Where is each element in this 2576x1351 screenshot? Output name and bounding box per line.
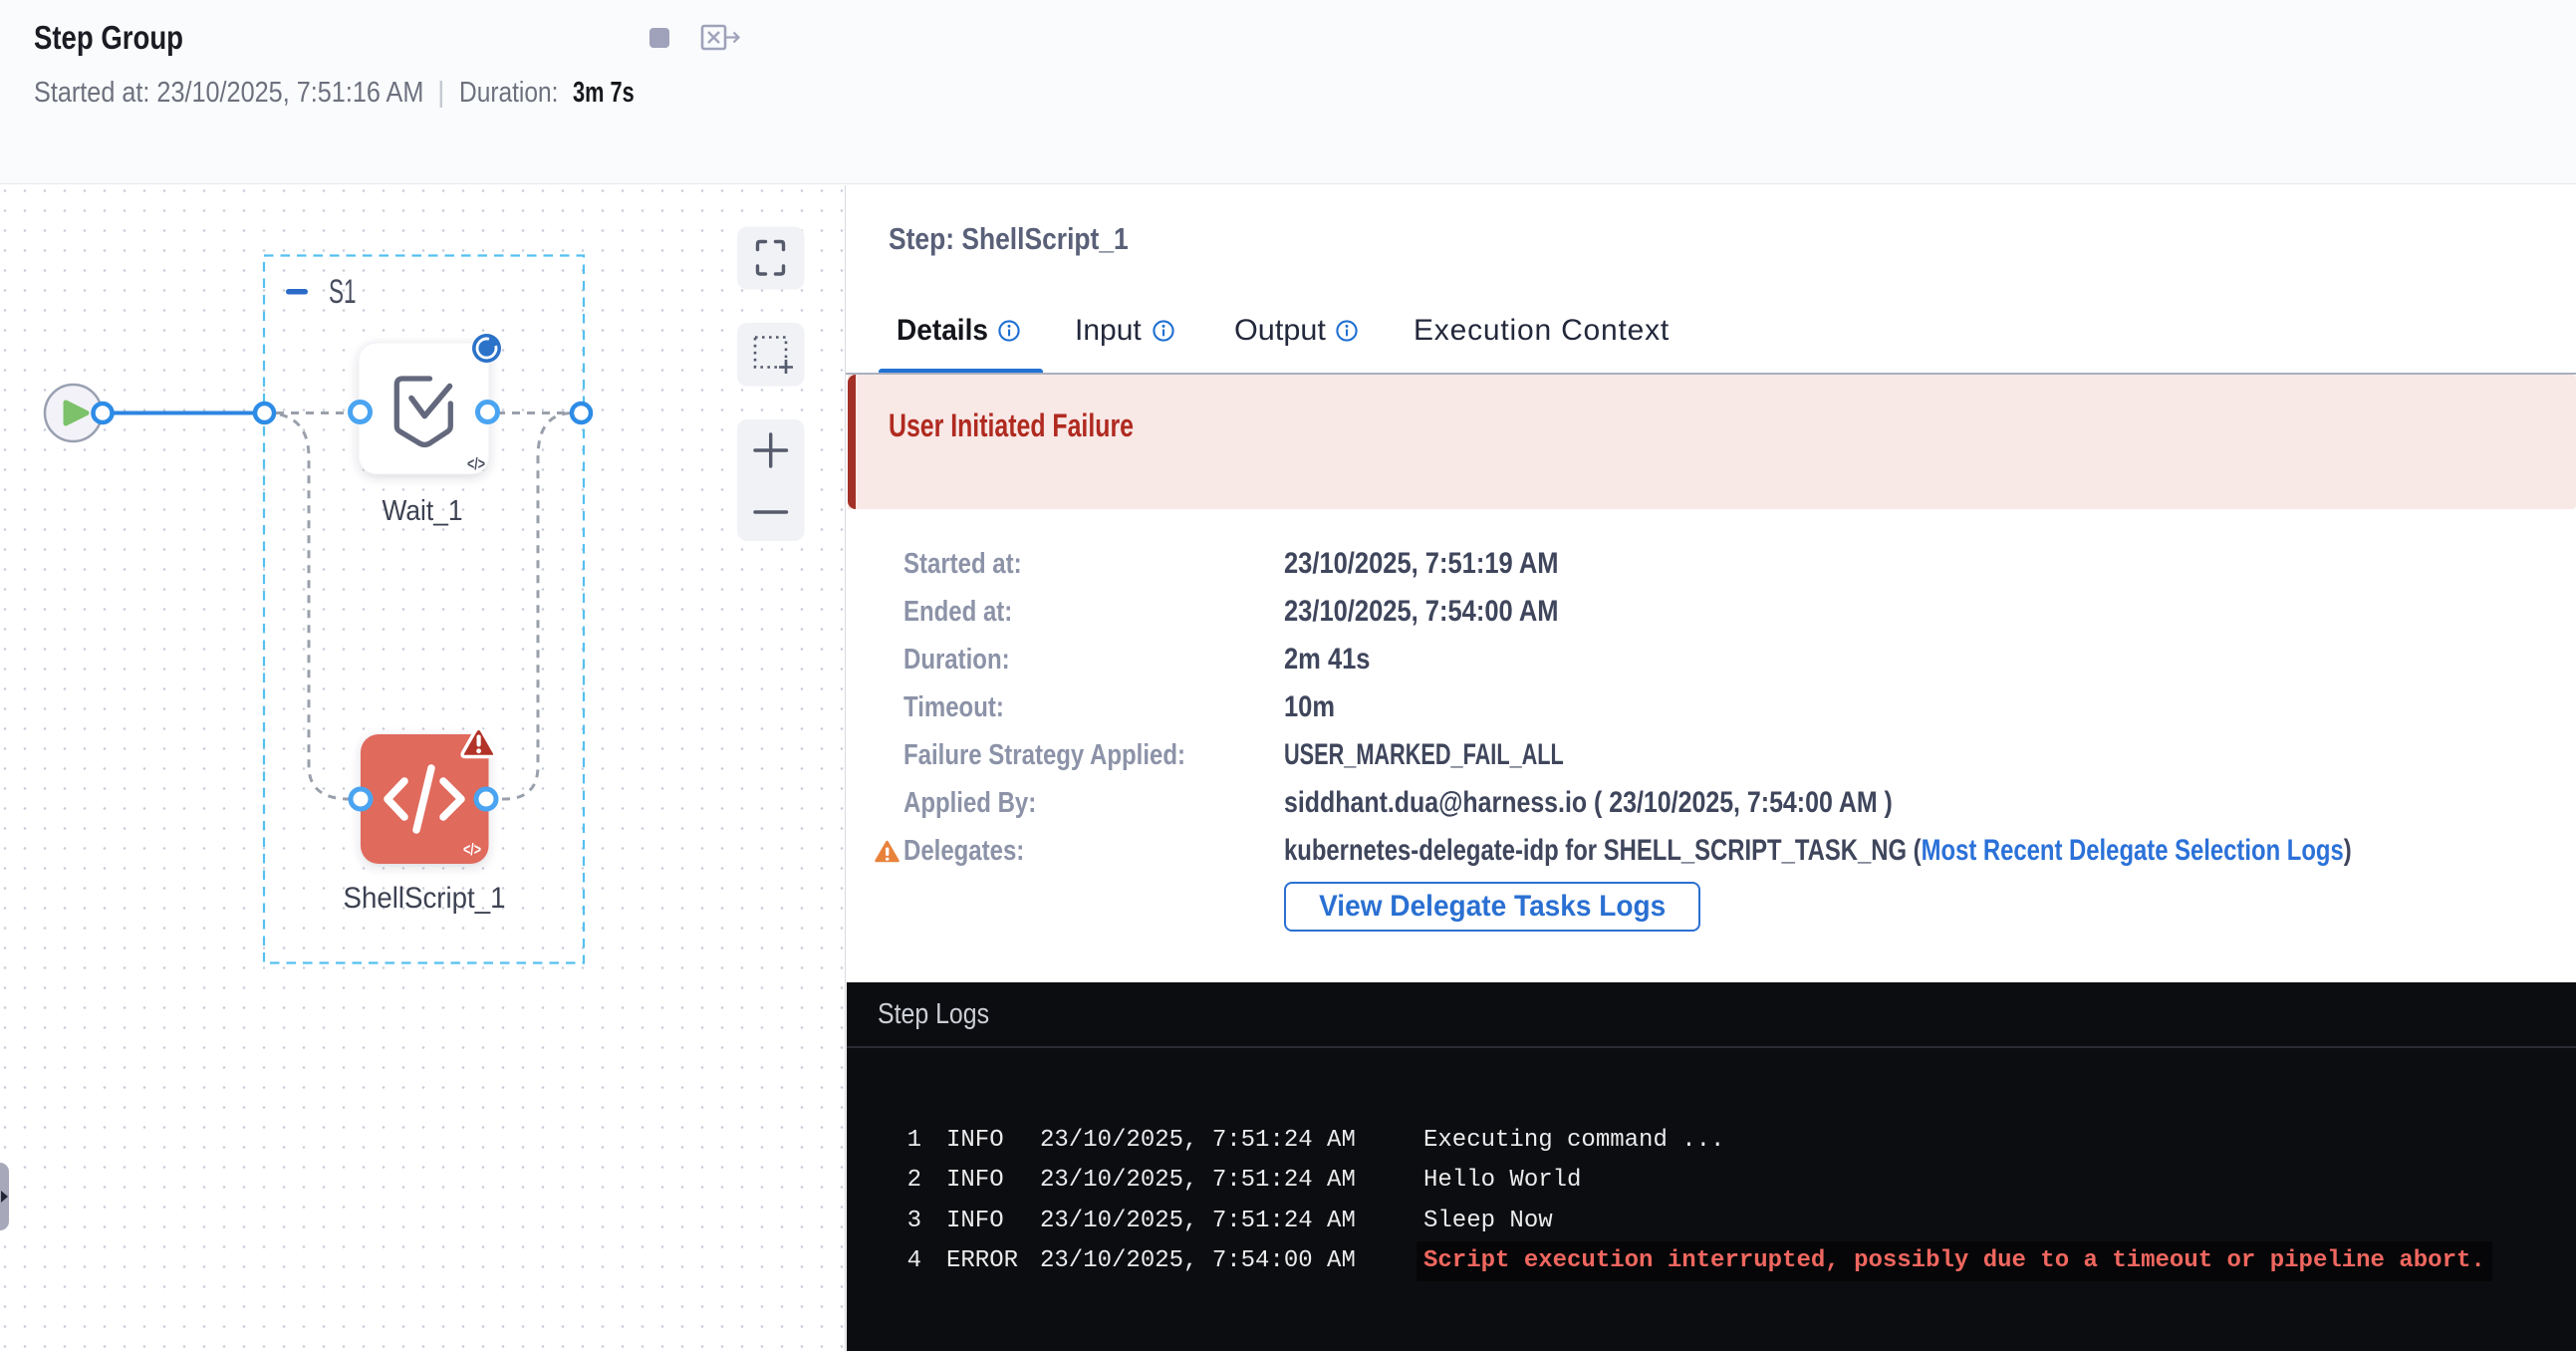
svg-text:S1: S1 (329, 273, 357, 311)
svg-text:Wait_1: Wait_1 (383, 495, 463, 527)
svg-text:</>: </> (463, 840, 481, 859)
svg-text:</>: </> (467, 454, 485, 473)
svg-text:ShellScript_1: ShellScript_1 (344, 882, 506, 915)
